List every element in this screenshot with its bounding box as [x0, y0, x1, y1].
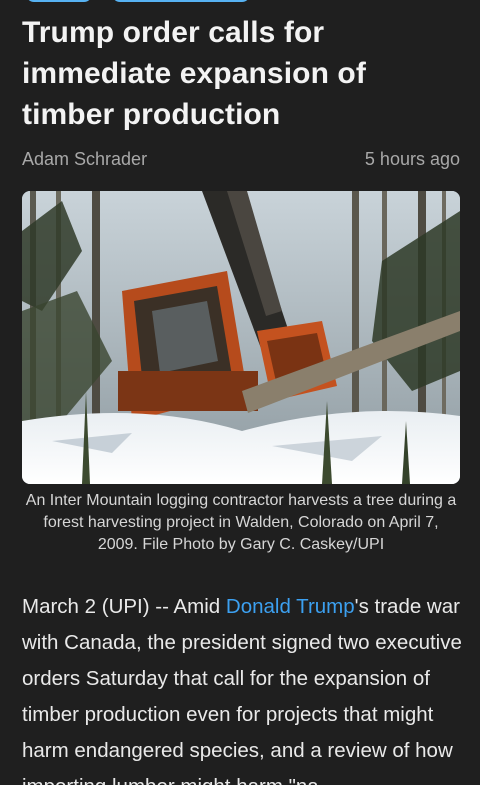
tag-list	[26, 0, 250, 2]
photo-caption: An Inter Mountain logging contractor har…	[25, 492, 457, 553]
category-tag[interactable]	[26, 0, 92, 2]
body-text: 's trade war with Canada, the president …	[22, 595, 462, 785]
body-lead-text: March 2 (UPI) -- Amid	[22, 595, 226, 618]
publish-time: 5 hours ago	[364, 149, 460, 169]
article-meta: Adam Schrader 5 hours ago	[22, 147, 460, 171]
article-page: Trump order calls for immediate expansio…	[0, 0, 480, 785]
person-link[interactable]: Donald Trump	[226, 595, 355, 618]
article-photo[interactable]	[22, 191, 460, 484]
author-name[interactable]: Adam Schrader	[22, 147, 147, 171]
category-tag[interactable]	[112, 0, 250, 2]
article-body: March 2 (UPI) -- Amid Donald Trump's tra…	[22, 589, 462, 785]
logging-photo-illustration	[22, 191, 460, 484]
article-title: Trump order calls for immediate expansio…	[22, 16, 366, 131]
